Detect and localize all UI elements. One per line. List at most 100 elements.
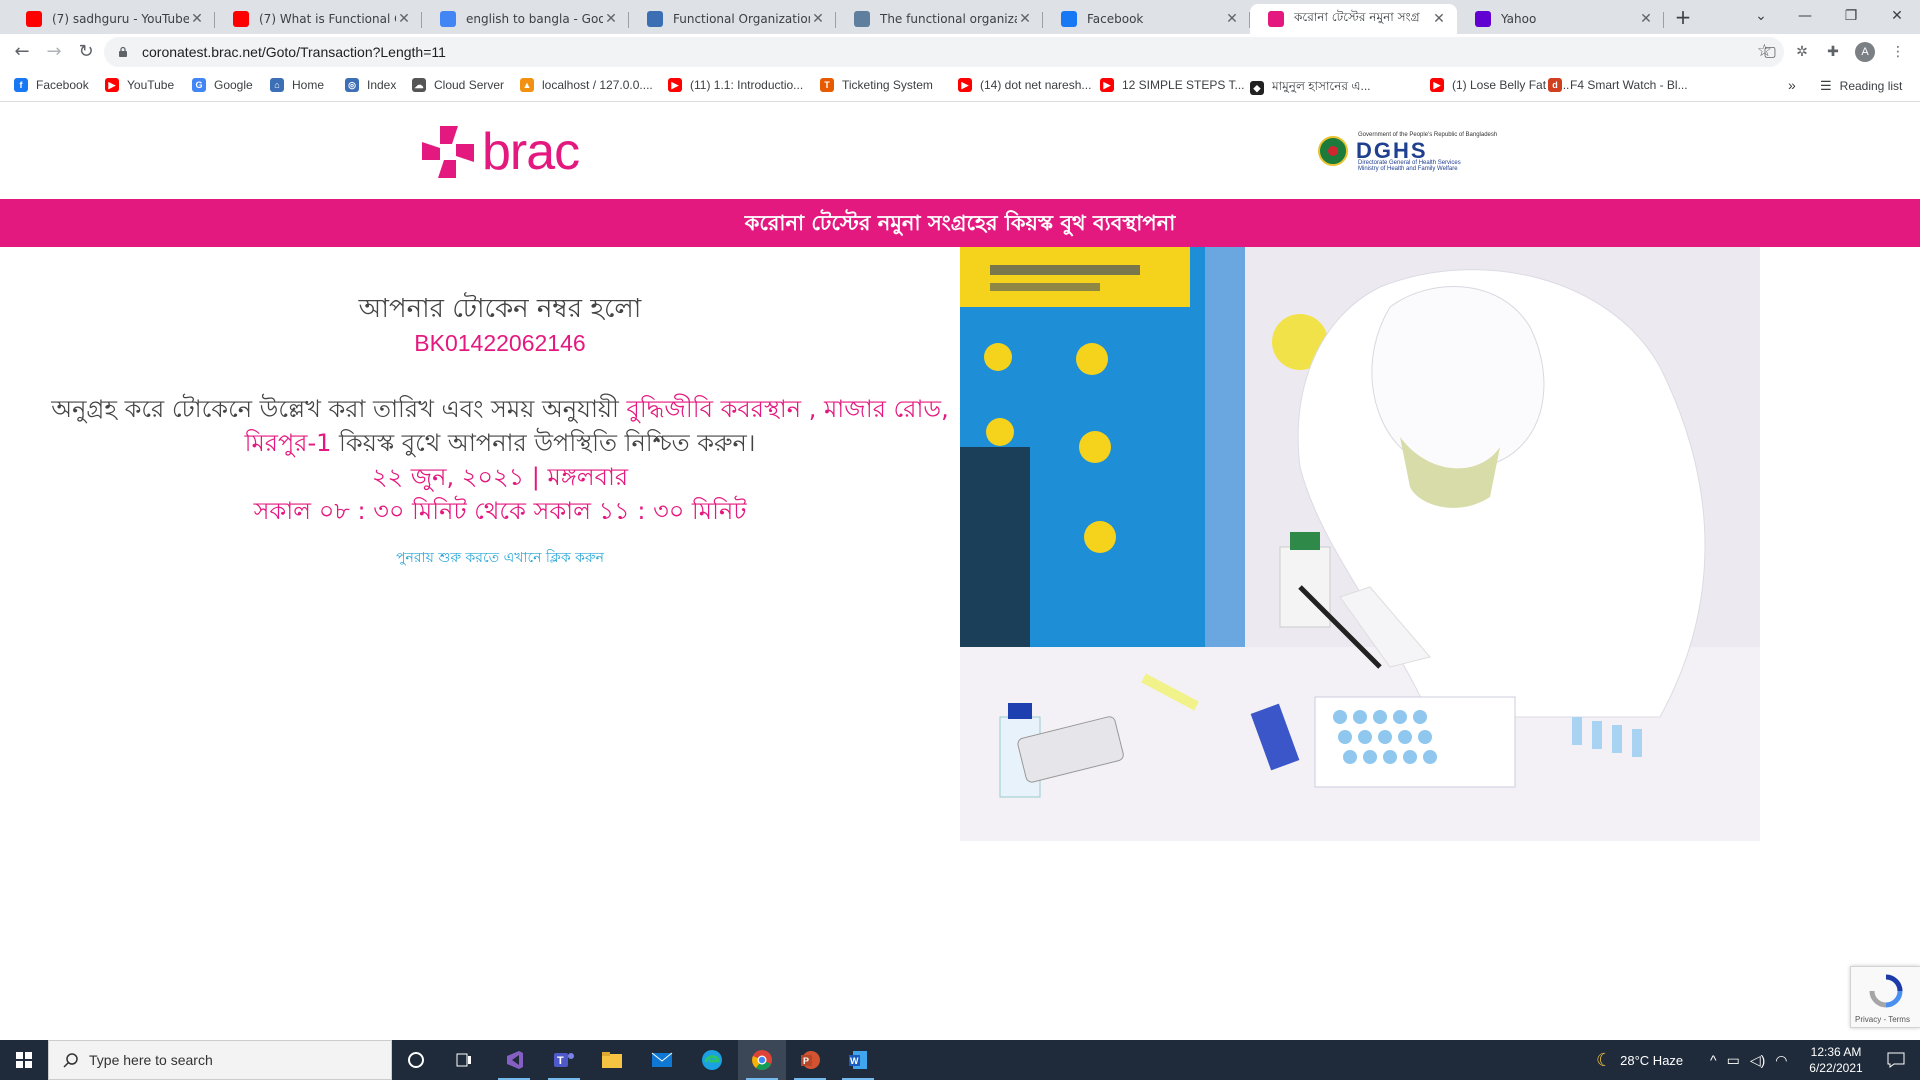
tab-strip: (7) sadhguru - YouTube ✕ (7) What is Funct…	[0, 0, 1920, 34]
edge-button[interactable]	[688, 1040, 736, 1080]
bookmark-favicon-icon: ▶	[668, 78, 682, 92]
back-button[interactable]: ←	[10, 40, 34, 64]
notifications-button[interactable]	[1872, 1040, 1920, 1080]
bookmarks-bar: f Facebook ▶ YouTube G Google ⌂ Home ◎ Index ☁ Clou…	[0, 70, 1920, 102]
bookmark-favicon-icon: ☁	[412, 78, 426, 92]
word-button[interactable]: W	[834, 1040, 882, 1080]
bangladesh-emblem-icon	[1318, 136, 1348, 166]
bookmark-item[interactable]: T Ticketing System	[820, 78, 933, 92]
more-bookmarks-button[interactable]: »	[1788, 77, 1796, 93]
extensions-puzzle-icon[interactable]: ✚	[1823, 42, 1843, 62]
mail-icon	[651, 1052, 673, 1067]
recaptcha-icon	[1869, 974, 1903, 1008]
close-tab-icon[interactable]: ✕	[1431, 11, 1447, 27]
system-tray: ^ ▭ ◁) ◠	[1710, 1040, 1787, 1080]
address-bar[interactable]: coronatest.brac.net/Goto/Transaction?Len…	[104, 37, 1784, 67]
bookmark-item[interactable]: f Facebook	[14, 78, 89, 92]
close-tab-icon[interactable]: ✕	[810, 11, 826, 27]
visual-studio-button[interactable]	[490, 1040, 538, 1080]
recaptcha-terms[interactable]: Privacy - Terms	[1855, 1015, 1910, 1024]
close-tab-icon[interactable]: ✕	[1638, 11, 1654, 27]
bookmark-favicon-icon: ▶	[1430, 78, 1444, 92]
bookmark-item[interactable]: G Google	[192, 78, 253, 92]
close-tab-icon[interactable]: ✕	[189, 11, 205, 27]
bookmark-label: F4 Smart Watch - Bl...	[1570, 78, 1688, 92]
notification-icon	[1887, 1052, 1905, 1068]
tab-search-icon[interactable]: ⌄	[1738, 0, 1784, 34]
show-hidden-icons-chevron-icon[interactable]: ^	[1710, 1052, 1717, 1068]
search-placeholder: Type here to search	[89, 1052, 213, 1068]
svg-text:W: W	[850, 1056, 859, 1066]
wifi-icon[interactable]: ◠	[1775, 1052, 1787, 1069]
close-tab-icon[interactable]: ✕	[1017, 11, 1033, 27]
brac-logo[interactable]: brac	[418, 122, 580, 182]
bookmark-item[interactable]: ▶ (14) dot net naresh...	[958, 78, 1091, 92]
bookmark-item[interactable]: ▶ YouTube	[105, 78, 174, 92]
start-button[interactable]	[0, 1040, 48, 1080]
restart-link[interactable]: পুনরায় শুরু করতে এখানে ক্লিক করুন	[396, 546, 604, 570]
token-info: আপনার টোকেন নম্বর হলো BK01422062146 অনুগ…	[40, 292, 960, 570]
browser-tab[interactable]: (7) What is Functional Orga✕	[215, 4, 422, 34]
browser-tab[interactable]: করোনা টেস্টের নমুনা সংগ্র ✕	[1250, 4, 1457, 34]
bookmark-item[interactable]: ▶ (11) 1.1: Introductio...	[668, 78, 803, 92]
settings-extension-icon[interactable]: ✲	[1792, 42, 1812, 62]
task-view-button[interactable]	[440, 1040, 488, 1080]
visual-studio-icon	[507, 1051, 523, 1069]
google-icon	[440, 11, 456, 27]
youtube-icon	[26, 11, 42, 27]
bookmark-item[interactable]: ☁ Cloud Server	[412, 78, 504, 92]
bookmark-item[interactable]: d F4 Smart Watch - Bl...	[1548, 78, 1688, 92]
bookmark-item[interactable]: ⌂ Home	[270, 78, 324, 92]
windows-logo-icon	[16, 1052, 32, 1068]
browser-tab[interactable]: (7) sadhguru - YouTube ✕	[8, 4, 215, 34]
browser-tab[interactable]: Functional Organizational✕	[629, 4, 836, 34]
browser-tab[interactable]: The functional organizatio✕	[836, 4, 1043, 34]
browser-tab[interactable]: Yahoo ✕	[1457, 4, 1664, 34]
menu-icon[interactable]: ⋮	[1888, 42, 1908, 62]
powerpoint-icon: P	[801, 1051, 820, 1069]
bookmark-item[interactable]: ◎ Index	[345, 78, 396, 92]
minimize-button[interactable]: —	[1782, 0, 1828, 34]
teams-button[interactable]: T	[540, 1040, 588, 1080]
close-tab-icon[interactable]: ✕	[1224, 11, 1240, 27]
browser-tab[interactable]: Facebook ✕	[1043, 4, 1250, 34]
search-icon	[63, 1053, 78, 1068]
bookmark-item[interactable]: ▶ 12 SIMPLE STEPS T...	[1100, 78, 1245, 92]
close-tab-icon[interactable]: ✕	[396, 11, 412, 27]
cortana-button[interactable]	[392, 1040, 440, 1080]
file-explorer-button[interactable]	[588, 1040, 636, 1080]
browser-tab[interactable]: english to bangla - Google✕	[422, 4, 629, 34]
mail-button[interactable]	[638, 1040, 686, 1080]
battery-icon[interactable]: ▭	[1727, 1052, 1740, 1069]
lock-icon[interactable]	[118, 46, 128, 57]
close-window-button[interactable]: ✕	[1874, 0, 1920, 34]
powerpoint-button[interactable]: P	[786, 1040, 834, 1080]
weather-widget[interactable]: ☾ 28°C Haze	[1596, 1040, 1683, 1080]
extension-icon[interactable]: ▢	[1760, 42, 1780, 62]
page-icon	[647, 11, 663, 27]
new-tab-button[interactable]: +	[1670, 4, 1696, 30]
reading-list-button[interactable]: ☰ Reading list	[1820, 78, 1902, 94]
system-clock[interactable]: 12:36 AM 6/22/2021	[1796, 1044, 1876, 1076]
tab-divider	[1663, 12, 1664, 28]
tab-title: Facebook	[1087, 12, 1144, 26]
profile-avatar[interactable]: A	[1855, 42, 1875, 62]
bookmark-item[interactable]: ▲ localhost / 127.0.0....	[520, 78, 653, 92]
tab-title: করোনা টেস্টের নমুনা সংগ্র	[1294, 10, 1420, 24]
appointment-date: ২২ জুন, ২০২১ | মঙ্গলবার	[371, 463, 629, 491]
task-view-icon	[456, 1053, 471, 1067]
taskbar-search[interactable]: Type here to search	[48, 1040, 392, 1080]
forward-button[interactable]: →	[42, 40, 66, 64]
close-tab-icon[interactable]: ✕	[603, 11, 619, 27]
url-text[interactable]: coronatest.brac.net/Goto/Transaction?Len…	[142, 44, 446, 60]
youtube-icon	[233, 11, 249, 27]
edge-icon	[702, 1050, 722, 1070]
chrome-button[interactable]	[738, 1040, 786, 1080]
recaptcha-badge[interactable]: Privacy - Terms	[1850, 966, 1920, 1028]
tab-title: english to bangla - Google	[466, 12, 603, 26]
volume-icon[interactable]: ◁)	[1750, 1052, 1765, 1069]
tab-title: The functional organizatio	[880, 12, 1017, 26]
bookmark-item[interactable]: ◆ মামুনুল হাসানের এ...	[1250, 78, 1371, 98]
reload-button[interactable]: ↻	[74, 40, 98, 64]
restore-button[interactable]: ❐	[1828, 0, 1874, 34]
